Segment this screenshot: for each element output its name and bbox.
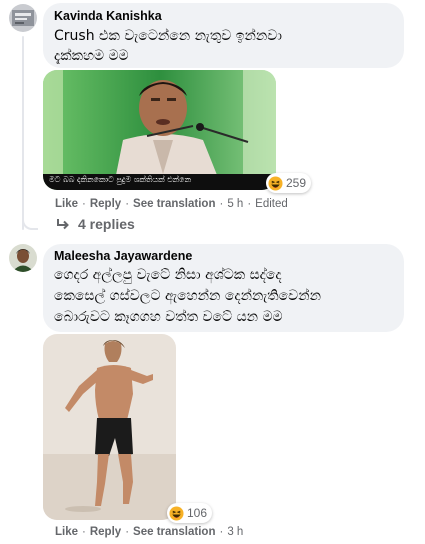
thread-curve xyxy=(22,214,38,230)
haha-emoji-icon xyxy=(169,505,184,521)
comment-text-line: ගෙදර අල්ලපු වැටේ නිසා අශ්ටක සද්දෙ xyxy=(54,267,282,283)
timestamp[interactable]: 3 h xyxy=(227,526,243,538)
comment-bubble: Maleesha Jayawardene ගෙදර අල්ලපු වැටේ නි… xyxy=(43,244,404,332)
haha-emoji-icon xyxy=(268,175,283,191)
replies-count: 4 replies xyxy=(78,216,135,232)
see-translation-button[interactable]: See translation xyxy=(133,526,215,538)
reply-button[interactable]: Reply xyxy=(90,526,121,538)
reaction-badge[interactable]: 259 xyxy=(266,173,312,193)
comment-text-line: බොරුවට කෑගගහ වත්ත වටේ යන මම xyxy=(54,309,283,325)
like-button[interactable]: Like xyxy=(55,526,78,538)
reaction-count: 106 xyxy=(187,506,208,520)
comment-actions: Like · Reply · See translation · 5 h · E… xyxy=(55,198,288,210)
comment-bubble: Kavinda Kanishka Crush එක වැටෙන්නෙ නැතුව… xyxy=(43,3,404,68)
timestamp[interactable]: 5 h xyxy=(227,198,243,210)
comment-image[interactable]: මට බබ දකිනකොට පුදුම ශක්තියක් එන්නෙ xyxy=(43,70,276,190)
comment-image[interactable] xyxy=(43,334,176,520)
reaction-count: 259 xyxy=(286,176,307,190)
thread-line xyxy=(22,36,24,230)
comment-author[interactable]: Kavinda Kanishka xyxy=(54,9,162,23)
view-replies-button[interactable]: 4 replies xyxy=(56,216,135,232)
avatar[interactable] xyxy=(9,4,37,32)
avatar[interactable] xyxy=(9,244,37,272)
comment-text-line: දැක්කහම මම xyxy=(54,48,129,64)
reaction-badge[interactable]: 106 xyxy=(167,503,213,523)
like-button[interactable]: Like xyxy=(55,198,78,210)
reply-arrow-icon xyxy=(57,219,69,230)
image-caption: මට බබ දකිනකොට පුදුම ශක්තියක් එන්නෙ xyxy=(49,175,192,184)
comment-author[interactable]: Maleesha Jayawardene xyxy=(54,249,192,263)
comment-text-line: කෙසෙල් ගස්වලට ඇහෙන්න දෙන්නැතිවෙන්න xyxy=(54,288,321,304)
see-translation-button[interactable]: See translation xyxy=(133,198,215,210)
comment-text-line: Crush එක වැටෙන්නෙ නැතුව ඉන්නවා xyxy=(54,28,282,44)
reply-button[interactable]: Reply xyxy=(90,198,121,210)
edited-label: Edited xyxy=(255,198,288,210)
comment-actions: Like · Reply · See translation · 3 h xyxy=(55,526,244,538)
